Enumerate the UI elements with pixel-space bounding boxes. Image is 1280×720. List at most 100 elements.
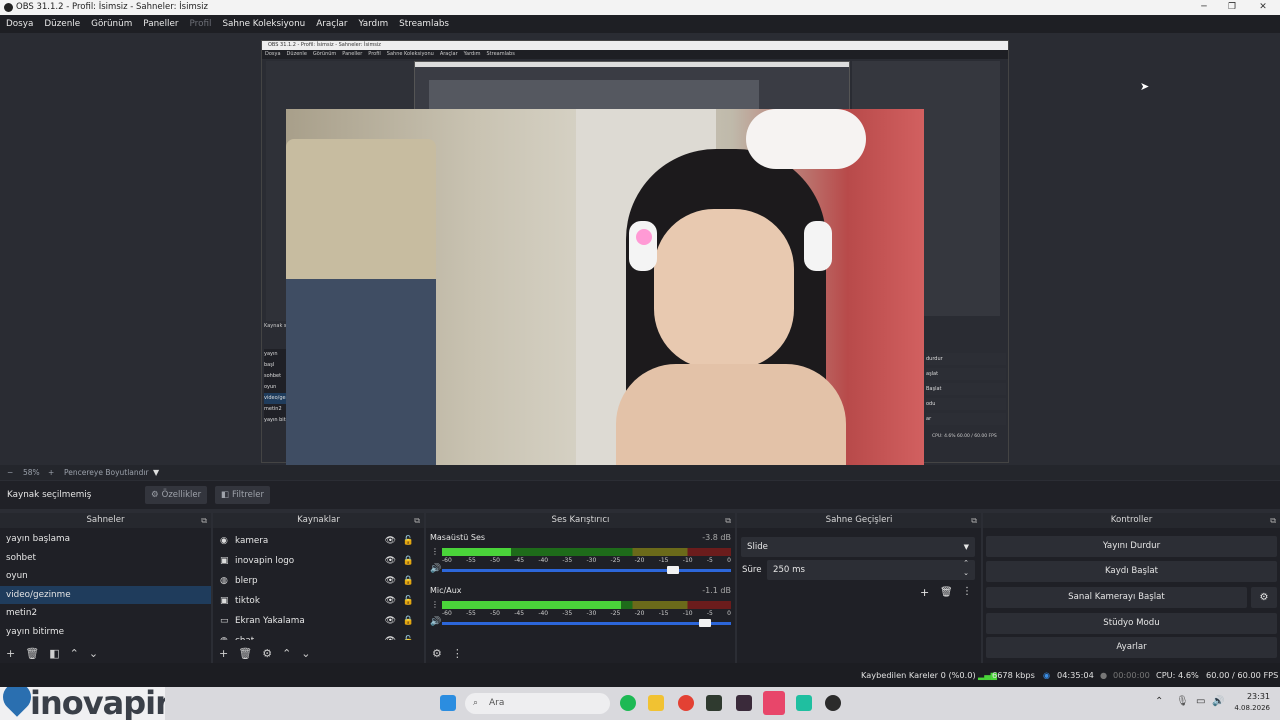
- undock-icon[interactable]: ⧉: [414, 513, 420, 528]
- visibility-eye-icon[interactable]: 👁: [385, 616, 396, 626]
- tiktok-icon[interactable]: [763, 691, 785, 715]
- meter-tick-label: -35: [562, 557, 573, 564]
- visibility-eye-icon[interactable]: 👁: [385, 576, 396, 586]
- source-properties-icon[interactable]: ⚙: [262, 647, 272, 660]
- visibility-eye-icon[interactable]: 👁: [385, 596, 396, 606]
- stop-stream-button[interactable]: Yayını Durdur: [986, 536, 1277, 557]
- spotify-icon[interactable]: [620, 695, 636, 711]
- studio-mode-button[interactable]: Stüdyo Modu: [986, 613, 1277, 634]
- fit-to-window-button[interactable]: Pencereye Boyutlandır: [64, 465, 149, 480]
- start-recording-button[interactable]: Kaydı Başlat: [986, 561, 1277, 582]
- undock-icon[interactable]: ⧉: [1270, 513, 1276, 528]
- settings-button[interactable]: Ayarlar: [986, 637, 1277, 658]
- clock-date[interactable]: 4.08.2026: [1222, 704, 1270, 712]
- scene-item[interactable]: yayın bitirme: [0, 623, 211, 642]
- zoom-out-button[interactable]: −: [7, 465, 13, 480]
- taskbar-search[interactable]: ⌕ Ara: [465, 693, 610, 714]
- zoom-in-button[interactable]: +: [48, 465, 54, 480]
- properties-button[interactable]: ⚙ Özellikler: [145, 486, 208, 504]
- windows-start-icon[interactable]: [440, 695, 456, 711]
- menu-streamlabs[interactable]: Streamlabs: [399, 19, 449, 29]
- menu-help[interactable]: Yardım: [359, 19, 389, 29]
- move-down-icon[interactable]: ⌄: [89, 647, 98, 660]
- streamlabs-icon[interactable]: [796, 695, 812, 711]
- scenes-list: yayın başlama sohbet oyun video/gezinme …: [0, 528, 211, 642]
- move-up-icon[interactable]: ⌃: [282, 647, 291, 660]
- bitrate: 6678 kbps: [992, 670, 1035, 680]
- scene-item[interactable]: metin2: [0, 604, 211, 623]
- undock-icon[interactable]: ⧉: [971, 513, 977, 528]
- channel-menu-icon[interactable]: ⋮: [431, 600, 439, 609]
- menu-tools[interactable]: Araçlar: [316, 19, 347, 29]
- volume-slider[interactable]: [442, 619, 731, 627]
- source-item[interactable]: ▣ inovapin logo 👁 🔒: [213, 551, 424, 571]
- menu-docks[interactable]: Paneller: [143, 19, 178, 29]
- lock-icon[interactable]: 🔒: [403, 556, 414, 566]
- speaker-icon[interactable]: 🔊: [430, 617, 441, 627]
- menu-file[interactable]: Dosya: [6, 19, 33, 29]
- move-down-icon[interactable]: ⌄: [301, 647, 310, 660]
- source-item[interactable]: ◍ chat 👁 🔓: [213, 631, 424, 640]
- file-explorer-icon[interactable]: [648, 695, 664, 711]
- visibility-eye-icon[interactable]: 👁: [385, 556, 396, 566]
- chrome-icon[interactable]: [678, 695, 694, 711]
- speaker-icon[interactable]: 🔊: [430, 564, 441, 574]
- volume-slider[interactable]: [442, 566, 731, 574]
- visibility-eye-icon[interactable]: 👁: [385, 636, 396, 640]
- monitor-icon: ▭: [220, 616, 229, 626]
- lock-icon[interactable]: 🔒: [403, 576, 414, 586]
- filters-button[interactable]: ◧ Filtreler: [215, 486, 270, 504]
- scene-item[interactable]: sohbet: [0, 549, 211, 568]
- capcut-icon[interactable]: [736, 695, 752, 711]
- remove-scene-icon[interactable]: 🗑: [25, 647, 39, 660]
- tray-chevron-up-icon[interactable]: ⌃: [1155, 696, 1163, 707]
- close-button[interactable]: ✕: [1246, 0, 1280, 15]
- microphone-icon[interactable]: 🎙: [1176, 696, 1189, 707]
- volume-slider-knob[interactable]: [667, 566, 680, 574]
- transition-select[interactable]: Slide ▼: [741, 537, 975, 557]
- meter-tick-label: -55: [466, 610, 476, 617]
- preview-canvas[interactable]: OBS 31.1.2 - Profil: İsimsiz - Sahneler:…: [0, 33, 1280, 469]
- move-up-icon[interactable]: ⌃: [70, 647, 79, 660]
- add-scene-icon[interactable]: +: [6, 647, 15, 660]
- network-icon[interactable]: ▭: [1196, 696, 1205, 707]
- menu-view[interactable]: Görünüm: [91, 19, 132, 29]
- menu-scene-collection[interactable]: Sahne Koleksiyonu: [222, 19, 305, 29]
- volume-slider-knob[interactable]: [698, 619, 711, 627]
- source-item[interactable]: ◍ blerp 👁 🔒: [213, 571, 424, 591]
- remove-source-icon[interactable]: 🗑: [238, 647, 252, 660]
- scene-filters-icon[interactable]: ◧: [49, 647, 59, 660]
- advanced-audio-icon[interactable]: ⚙: [432, 647, 442, 660]
- start-virtual-camera-button[interactable]: Sanal Kamerayı Başlat: [986, 587, 1247, 608]
- clock-time[interactable]: 23:31: [1240, 692, 1270, 701]
- lock-icon[interactable]: 🔒: [403, 616, 414, 626]
- unlock-icon[interactable]: 🔓: [403, 536, 414, 546]
- scene-item-selected[interactable]: video/gezinme: [0, 585, 211, 605]
- duration-input[interactable]: 250 ms ⌃ ⌄: [767, 558, 975, 580]
- app-icon[interactable]: [706, 695, 722, 711]
- restore-button[interactable]: ❐: [1215, 0, 1249, 15]
- zoom-menu-arrow-icon[interactable]: ▼: [153, 465, 159, 480]
- undock-icon[interactable]: ⧉: [725, 513, 731, 528]
- obs-taskbar-icon[interactable]: [825, 695, 841, 711]
- remove-transition-icon[interactable]: 🗑: [940, 587, 953, 598]
- visibility-eye-icon[interactable]: 👁: [385, 536, 396, 546]
- recursive-preview-frame: [414, 61, 850, 111]
- transition-menu-icon[interactable]: ⋮: [962, 586, 972, 597]
- stepper-icon[interactable]: ⌃ ⌄: [963, 558, 969, 578]
- add-source-icon[interactable]: +: [219, 647, 228, 660]
- scene-item[interactable]: oyun: [0, 567, 211, 586]
- channel-menu-icon[interactable]: ⋮: [431, 547, 439, 556]
- unlock-icon[interactable]: 🔓: [403, 596, 414, 606]
- status-bar: Kaybedilen Kareler 0 (%0.0) ▂▄▆ 6678 kbp…: [0, 663, 1280, 687]
- scene-item[interactable]: yayın başlama: [0, 530, 211, 549]
- mixer-menu-icon[interactable]: ⋮: [452, 647, 463, 660]
- menu-edit[interactable]: Düzenle: [44, 19, 80, 29]
- add-transition-icon[interactable]: +: [920, 586, 929, 599]
- undock-icon[interactable]: ⧉: [201, 513, 207, 528]
- unlock-icon[interactable]: 🔓: [403, 636, 414, 640]
- source-item[interactable]: ▣ tiktok 👁 🔓: [213, 591, 424, 611]
- source-item[interactable]: ◉ kamera 👁 🔓: [213, 531, 424, 551]
- source-item[interactable]: ▭ Ekran Yakalama 👁 🔒: [213, 611, 424, 631]
- virtual-camera-settings-gear-icon[interactable]: ⚙: [1251, 587, 1277, 608]
